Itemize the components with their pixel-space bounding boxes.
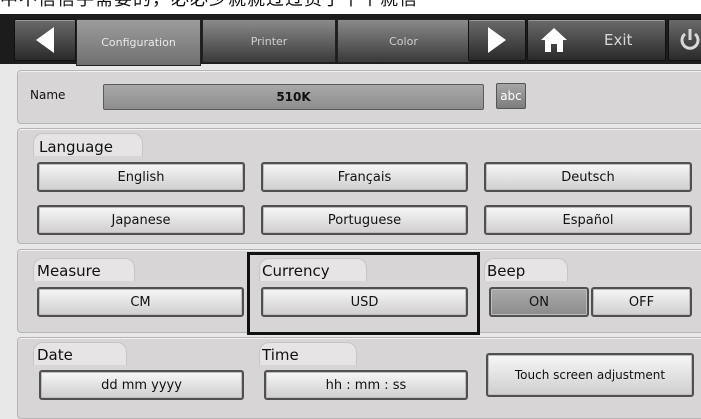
date-format-button[interactable]: dd mm yyyy — [39, 370, 244, 400]
measure-value: CM — [130, 294, 151, 310]
language-espanol-button[interactable]: Español — [484, 205, 692, 235]
exit-label: Exit — [604, 31, 633, 49]
language-francais-label: Français — [337, 169, 392, 185]
tab-printer-label: Printer — [250, 34, 288, 48]
top-cropped-banner: 中不信信手需要的，必必少就就过过资于平个就信 — [0, 0, 701, 14]
power-icon — [680, 29, 700, 50]
currency-highlight-box — [247, 252, 480, 335]
language-francais-button[interactable]: Français — [261, 162, 468, 192]
tab-color[interactable]: Color — [337, 19, 470, 63]
name-value: 510K — [276, 90, 311, 104]
date-label: Date — [37, 346, 73, 364]
time-format-button[interactable]: hh : mm : ss — [264, 370, 468, 400]
keyboard-button[interactable]: abc — [496, 83, 526, 109]
time-format-value: hh : mm : ss — [325, 377, 407, 393]
beep-off-label: OFF — [628, 294, 655, 310]
language-portuguese-label: Portuguese — [327, 212, 402, 228]
touch-screen-adjustment-label: Touch screen adjustment — [514, 368, 666, 382]
back-button[interactable] — [14, 19, 76, 61]
forward-button[interactable] — [468, 19, 526, 61]
power-button[interactable] — [668, 19, 701, 61]
home-icon — [541, 28, 567, 52]
beep-on-button[interactable]: ON — [489, 287, 589, 317]
keyboard-button-label: abc — [500, 89, 522, 103]
name-field[interactable]: 510K — [103, 84, 484, 110]
beep-label: Beep — [487, 262, 526, 280]
name-label: Name — [30, 88, 66, 102]
tab-printer[interactable]: Printer — [202, 19, 336, 63]
tab-configuration-label: Configuration — [101, 36, 176, 49]
date-format-value: dd mm yyyy — [101, 377, 182, 393]
tab-color-label: Color — [389, 34, 418, 48]
beep-on-label: ON — [529, 294, 549, 310]
language-label: Language — [39, 138, 114, 156]
arrow-right-icon — [488, 27, 506, 53]
language-english-button[interactable]: English — [37, 162, 245, 192]
language-deutsch-label: Deutsch — [561, 169, 615, 185]
language-deutsch-button[interactable]: Deutsch — [484, 162, 692, 192]
language-japanese-button[interactable]: Japanese — [37, 205, 245, 235]
beep-off-button[interactable]: OFF — [591, 287, 692, 317]
time-label: Time — [262, 346, 299, 364]
banner-text: 中不信信手需要的，必必少就就过过资于平个就信 — [0, 0, 418, 10]
measure-button[interactable]: CM — [37, 287, 244, 317]
arrow-left-icon — [36, 27, 54, 53]
home-exit-button[interactable]: Exit — [527, 19, 666, 61]
measure-label: Measure — [37, 262, 101, 280]
language-japanese-label: Japanese — [111, 212, 171, 228]
touch-screen-adjustment-button[interactable]: Touch screen adjustment — [486, 353, 694, 397]
language-portuguese-button[interactable]: Portuguese — [261, 205, 468, 235]
language-english-label: English — [117, 169, 165, 185]
tab-configuration[interactable]: Configuration — [76, 19, 201, 66]
language-espanol-label: Español — [562, 212, 614, 228]
